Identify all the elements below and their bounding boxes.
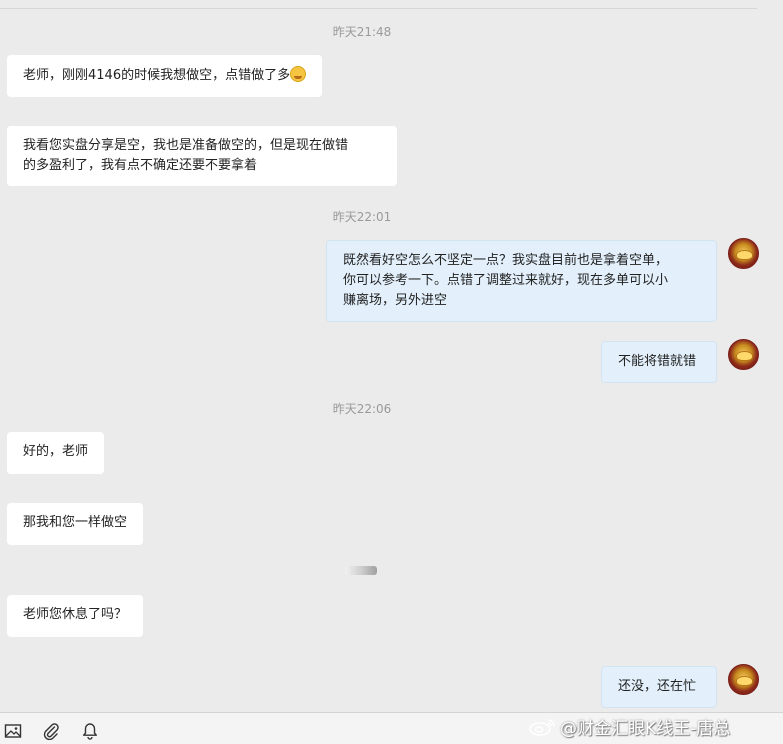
attachment-icon[interactable] [42,722,60,741]
message-text: 老师，刚刚4146的时候我想做空，点错做了多 [23,68,291,83]
message-bubble-incoming[interactable]: 老师，刚刚4146的时候我想做空，点错做了多 [7,55,323,97]
bell-icon[interactable] [81,722,99,740]
message-bubble-incoming[interactable]: 老师您休息了吗？ [7,595,144,637]
timestamp: 昨天21:48 [332,25,392,39]
watermark: @财金汇眼K线王-唐总 [528,714,780,739]
message-bubble-outgoing[interactable]: 既然看好空怎么不坚定一点？我实盘目前也是拿着空单， 你可以参考一下。点错了调整过… [326,240,717,322]
message-bubble-outgoing[interactable]: 不能将错就错 [601,341,717,383]
timestamp: 昨天22:06 [332,402,392,416]
weibo-logo-icon [528,718,556,736]
loading-indicator [345,566,377,575]
scrollbar-track[interactable] [757,0,783,712]
avatar[interactable] [728,664,759,695]
avatar[interactable] [728,238,759,269]
top-divider [0,8,757,9]
image-icon[interactable] [4,722,22,740]
laughing-emoji-icon [290,66,307,82]
message-bubble-incoming[interactable]: 好的，老师 [7,432,105,474]
avatar[interactable] [728,339,759,370]
watermark-text: @财金汇眼K线王-唐总 [560,719,731,739]
message-bubble-outgoing[interactable]: 还没，还在忙 [601,666,717,708]
message-bubble-incoming[interactable]: 那我和您一样做空 [7,503,144,545]
message-bubble-incoming[interactable]: 我看您实盘分享是空，我也是准备做空的，但是现在做错 的多盈利了，我有点不确定还要… [7,126,397,186]
timestamp: 昨天22:01 [332,210,392,224]
